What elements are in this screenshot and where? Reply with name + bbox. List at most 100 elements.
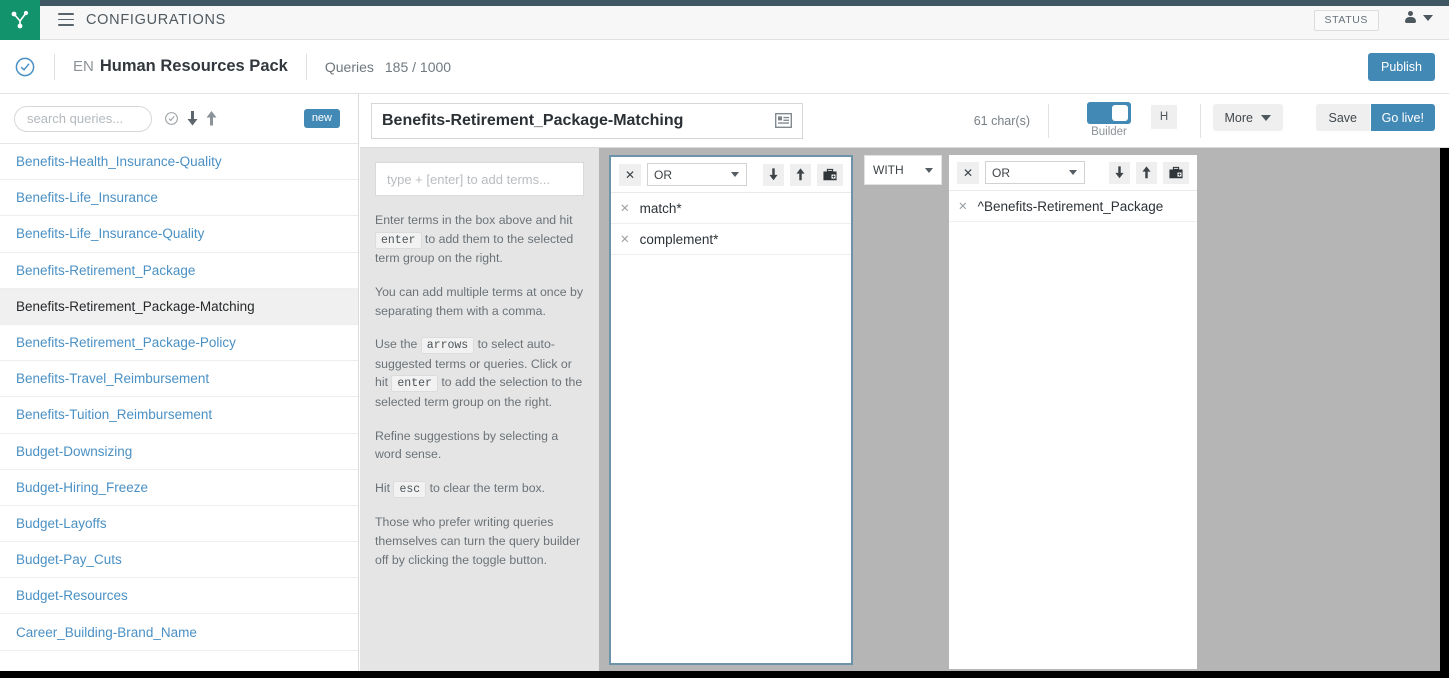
term-input[interactable] (375, 162, 584, 196)
keyboard-key: enter (375, 231, 422, 249)
remove-term-icon[interactable]: ✕ (958, 199, 968, 213)
query-list-item[interactable]: Benefits-Retirement_Package-Matching (0, 288, 358, 325)
arrow-up-icon (796, 168, 805, 181)
instruction-text: Use the (375, 337, 421, 352)
query-list-item-label: Benefits-Life_Insurance-Quality (16, 226, 205, 242)
query-list-item[interactable]: Budget-Downsizing (0, 434, 358, 470)
term-list-1: ✕ ^Benefits-Retirement_Package (949, 191, 1197, 222)
query-list-item[interactable]: Benefits-Travel_Reimbursement (0, 361, 358, 398)
group-operator-select-0[interactable]: OR (647, 163, 747, 186)
term-group-0[interactable]: ✕ OR ✕ match* ✕ complement* (609, 155, 853, 665)
query-list-item[interactable]: Benefits-Retirement_Package (0, 253, 358, 289)
go-live-button[interactable]: Go live! (1370, 104, 1435, 131)
add-group-button[interactable] (817, 163, 843, 186)
query-list-item[interactable]: Career_Building-Brand_Name (0, 614, 358, 651)
remove-term-icon[interactable]: ✕ (620, 201, 630, 215)
term-row[interactable]: ✕ ^Benefits-Retirement_Package (949, 191, 1197, 222)
sub-header: EN Human Resources Pack Queries 185 / 10… (0, 40, 1449, 94)
move-up-button[interactable] (1136, 161, 1157, 184)
query-list-item[interactable]: Budget-Hiring_Freeze (0, 470, 358, 506)
query-list-item-label: Benefits-Retirement_Package-Policy (16, 335, 236, 351)
builder-toggle[interactable]: Builder (1087, 102, 1131, 138)
user-menu[interactable] (1405, 11, 1433, 24)
query-title-field[interactable]: Benefits-Retirement_Package-Matching (371, 102, 803, 139)
arrow-up-icon[interactable] (206, 111, 217, 126)
status-badge[interactable]: STATUS (1313, 10, 1379, 31)
publish-button[interactable]: Publish (1368, 53, 1435, 81)
arrow-down-icon[interactable] (187, 111, 198, 126)
query-list-item-label: Budget-Downsizing (16, 443, 133, 459)
query-list-item-label: Budget-Layoffs (16, 515, 107, 531)
query-list-item-label: Budget-Pay_Cuts (16, 552, 122, 568)
more-button[interactable]: More (1212, 104, 1283, 131)
query-list-item[interactable]: Budget-Pay_Cuts (0, 542, 358, 579)
instruction-paragraph: Enter terms in the box above and hit ent… (375, 211, 584, 268)
add-group-button[interactable] (1163, 161, 1189, 184)
term-group-1[interactable]: ✕ OR ✕ ^Benefits-Retirement_Package (949, 155, 1197, 669)
query-list-item-label: Budget-Hiring_Freeze (16, 479, 149, 495)
query-list-item[interactable]: Benefits-Life_Insurance-Quality (0, 216, 358, 253)
close-icon[interactable]: ✕ (957, 161, 979, 184)
move-up-button[interactable] (790, 163, 811, 186)
query-list-item[interactable]: Budget-Layoffs (0, 506, 358, 543)
sidebar-icon-row (164, 111, 217, 126)
query-list-item[interactable]: Benefits-Retirement_Package-Policy (0, 325, 358, 362)
term-label: match* (639, 200, 682, 216)
instruction-text: to clear the term box. (426, 480, 546, 495)
search-input[interactable] (14, 105, 152, 132)
move-down-button[interactable] (1109, 161, 1130, 184)
join-operator-select[interactable]: WITH (864, 155, 942, 185)
term-row[interactable]: ✕ match* (611, 193, 851, 224)
instruction-paragraph: Use the arrows to select auto-suggested … (375, 335, 584, 411)
list-card-icon[interactable] (775, 113, 792, 128)
bottom-edge-strip (0, 671, 1449, 678)
top-bar: CONFIGURATIONS STATUS (0, 0, 1449, 40)
query-list-item-label: Benefits-Retirement_Package-Matching (16, 298, 255, 314)
query-sidebar: new Benefits-Health_Insurance-QualityBen… (0, 94, 359, 678)
divider (1200, 104, 1201, 138)
instruction-paragraph: Those who prefer writing queries themsel… (375, 513, 584, 569)
clock-check-icon[interactable] (164, 111, 179, 126)
query-list-item[interactable]: Benefits-Health_Insurance-Quality (0, 144, 358, 181)
join-operator-label: WITH (873, 163, 904, 177)
instruction-text: Enter terms in the box above and hit (375, 213, 573, 227)
briefcase-plus-icon (1169, 166, 1183, 178)
keyboard-key: enter (391, 375, 438, 393)
chevron-down-icon (1261, 114, 1271, 121)
move-down-button[interactable] (763, 163, 784, 186)
remove-term-icon[interactable]: ✕ (620, 232, 630, 246)
group-operator-select-1[interactable]: OR (985, 161, 1085, 184)
briefcase-plus-icon (823, 168, 837, 180)
toggle-knob (1112, 105, 1128, 121)
instruction-paragraph: Hit esc to clear the term box. (375, 479, 584, 498)
save-button[interactable]: Save (1315, 104, 1370, 131)
char-count: 61 char(s) (973, 113, 1030, 128)
hamburger-icon[interactable] (58, 13, 74, 26)
queries-count: 185 / 1000 (384, 58, 452, 75)
highlight-button[interactable]: H (1151, 105, 1177, 129)
builder-toggle-switch[interactable] (1087, 102, 1131, 124)
new-query-badge[interactable]: new (303, 109, 340, 128)
user-icon (1405, 11, 1416, 24)
group-operator-label: OR (654, 167, 672, 182)
instruction-text: You can add multiple terms at once by se… (375, 284, 584, 318)
query-list-item[interactable]: Benefits-Life_Insurance (0, 180, 358, 217)
query-builder-canvas: ✕ OR ✕ match* ✕ complement* WITH ✕ OR ✕ … (599, 148, 1440, 671)
keyboard-key: arrows (420, 337, 475, 355)
clock-check-icon[interactable] (14, 56, 36, 78)
query-list-item[interactable]: Benefits-Tuition_Reimbursement (0, 397, 358, 434)
close-icon[interactable]: ✕ (619, 163, 641, 186)
term-label: ^Benefits-Retirement_Package (977, 198, 1164, 214)
term-group-header: ✕ OR (611, 157, 851, 193)
arrow-down-icon (1115, 166, 1124, 179)
top-bar-shade (0, 0, 1449, 6)
query-list-item[interactable]: Budget-Resources (0, 578, 358, 615)
query-title-text: Benefits-Retirement_Package-Matching (382, 111, 684, 129)
term-entry-panel: Enter terms in the box above and hit ent… (360, 148, 599, 671)
page-title: CONFIGURATIONS (86, 11, 227, 28)
builder-instructions: Enter terms in the box above and hit ent… (375, 211, 584, 569)
language-tag: EN (73, 58, 94, 75)
instruction-text: Hit (375, 480, 394, 495)
term-row[interactable]: ✕ complement* (611, 224, 851, 255)
app-logo[interactable] (0, 0, 40, 40)
